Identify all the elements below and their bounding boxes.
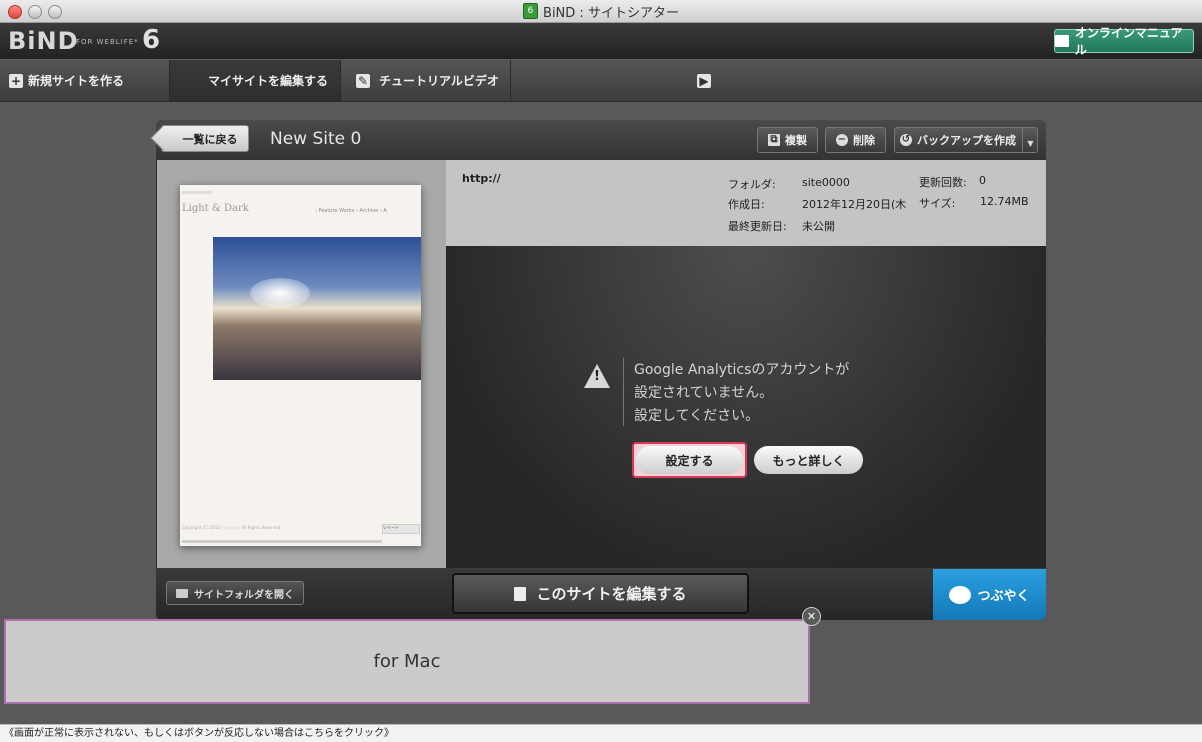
app-logo-subtitle: FOR WEBLIFE*	[76, 38, 139, 46]
online-manual-label: オンラインマニュアル	[1074, 26, 1183, 57]
app-logo: BiND	[8, 27, 79, 55]
folder-label: フォルダ:	[728, 178, 776, 191]
warning-icon-mark: !	[594, 369, 600, 384]
message-line-1: Google Analyticsのアカウントが	[634, 362, 850, 378]
edit-document-icon	[514, 586, 527, 601]
speech-bubble-icon	[949, 585, 972, 604]
last-updated-value: 未公開	[802, 220, 835, 233]
duplicate-button[interactable]: ⧉ 複製	[757, 127, 818, 153]
thumbnail-sun-glow	[250, 278, 310, 308]
last-updated-label: 最終更新日:	[728, 220, 787, 233]
tweet-button[interactable]: つぶやく	[933, 569, 1046, 620]
size-label: サイズ:	[919, 197, 956, 210]
app-header	[0, 23, 1202, 59]
tweet-label: つぶやく	[977, 589, 1030, 604]
set-analytics-button[interactable]: 設定する	[636, 446, 743, 474]
folder-icon	[176, 588, 188, 598]
for-mac-popup[interactable]: for Mac	[4, 619, 810, 704]
edit-my-site-label: マイサイトを編集する	[208, 74, 329, 88]
tutorial-video-button[interactable]: ▶ チュートリアルビデオ	[341, 60, 711, 101]
site-name: New Site 0	[270, 129, 362, 149]
thumbnail-footer: Copyright (C) 2012 ○○○○○. All Rights Res…	[182, 525, 282, 530]
learn-more-button[interactable]: もっと詳しく	[754, 446, 863, 474]
message-line-3: 設定してください。	[634, 408, 760, 424]
back-to-list-label: 一覧に戻る	[182, 132, 238, 146]
tutorial-video-label: チュートリアルビデオ	[379, 74, 499, 88]
edit-this-site-label: このサイトを編集する	[536, 585, 687, 603]
site-url[interactable]: http://	[462, 172, 501, 185]
thumbnail-logo: Light & Dark	[182, 203, 249, 214]
copy-icon: ⧉	[768, 134, 780, 146]
thumbnail-hero-image	[213, 237, 421, 380]
thumbnail-top-line	[182, 191, 212, 194]
open-site-folder-button[interactable]: サイトフォルダを開く	[166, 581, 304, 605]
create-backup-label: バックアップを作成	[917, 134, 1016, 147]
thumbnail-nav: › Feature Works › Archive › A	[315, 208, 387, 214]
for-mac-text: for Mac	[373, 651, 441, 672]
delete-label: 削除	[853, 134, 875, 147]
new-site-label: 新規サイトを作る	[28, 74, 125, 88]
status-bar-link[interactable]: 《画面が正常に表示されない、もしくはボタンが反応しない場合はこちらをクリック》	[0, 724, 1202, 742]
play-icon: ▶	[697, 74, 711, 88]
backup-dropdown-arrow-icon[interactable]: ▼	[1022, 128, 1038, 152]
minus-icon: −	[836, 134, 848, 146]
update-count-value: 0	[979, 174, 986, 187]
window-title-text: BiND : サイトシアター	[543, 5, 679, 21]
create-backup-button[interactable]: ↺ バックアップを作成	[894, 127, 1038, 153]
message-divider	[623, 358, 624, 426]
window-title: 6 BiND : サイトシアター	[0, 0, 1202, 22]
plus-icon: +	[9, 74, 23, 88]
created-value: 2012年12月20日(木	[802, 198, 907, 211]
message-line-2: 設定されていません。	[634, 385, 774, 401]
edit-this-site-button[interactable]: このサイトを編集する	[452, 573, 749, 614]
update-count-label: 更新回数:	[919, 176, 967, 189]
duplicate-label: 複製	[785, 134, 807, 147]
created-label: 作成日:	[728, 198, 765, 211]
book-icon	[1055, 35, 1069, 47]
popup-close-icon[interactable]: ✕	[802, 607, 821, 626]
edit-my-site-tab[interactable]: ✎ マイサイトを編集する	[170, 60, 370, 101]
history-icon: ↺	[900, 134, 912, 146]
app-logo-version: 6	[142, 25, 161, 55]
delete-button[interactable]: − 削除	[825, 127, 886, 153]
size-value: 12.74MB	[980, 195, 1029, 208]
new-site-button[interactable]: + 新規サイトを作る	[0, 60, 170, 101]
thumbnail-tweet-button: ツイート	[382, 524, 420, 534]
folder-value: site0000	[802, 176, 850, 189]
back-to-list-button[interactable]: 一覧に戻る	[161, 125, 249, 152]
open-site-folder-label: サイトフォルダを開く	[194, 589, 294, 601]
bind-app-icon: 6	[523, 3, 539, 19]
thumbnail-scrollbar	[182, 540, 382, 543]
online-manual-button[interactable]: オンラインマニュアル	[1054, 26, 1194, 57]
